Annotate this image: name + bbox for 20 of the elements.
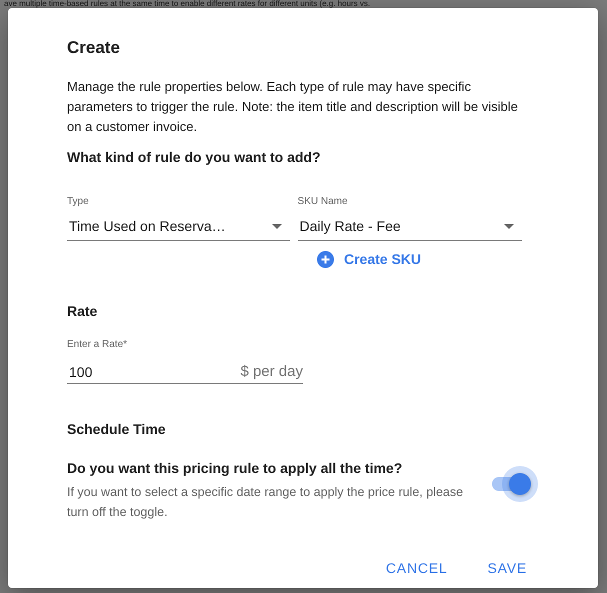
section-heading: Rate (67, 302, 98, 322)
dialog-title: Create (67, 38, 121, 58)
select-field[interactable]: Time Used on Reserva… (67, 213, 290, 242)
background-text: ave multiple time-based rules at the same time to enable different rates for different units (e.g. hours vs. (3, 0, 372, 8)
section-heading: What kind of rule do you want to add? (67, 148, 322, 168)
toggle-hint: If you want to select a specific date range to apply the price rule, please turn off the toggle. (67, 484, 464, 522)
select-field[interactable]: Daily Rate - Fee (298, 213, 522, 242)
caret-icon (504, 224, 514, 230)
field-label: SKU Name (298, 195, 349, 210)
cancel-button[interactable]: CANCEL (378, 552, 456, 586)
plus-icon (317, 251, 334, 268)
rate-field[interactable]: 100 $ per day (67, 356, 303, 384)
field-label: Enter a Rate* (67, 338, 128, 352)
save-button[interactable]: SAVE (479, 552, 535, 586)
create-sku-link[interactable]: Create SKU (317, 249, 422, 270)
description-text: Manage the rule properties below. Each type of rule may have specific parameters to trigger the rule. Note: the item title and description will be visible on a customer invoice. (67, 78, 519, 136)
toggle-title: Do you want this pricing rule to apply all the time? (67, 459, 404, 478)
section-heading: Schedule Time (67, 420, 167, 440)
field-label: Type (67, 195, 90, 210)
caret-icon (272, 224, 282, 230)
